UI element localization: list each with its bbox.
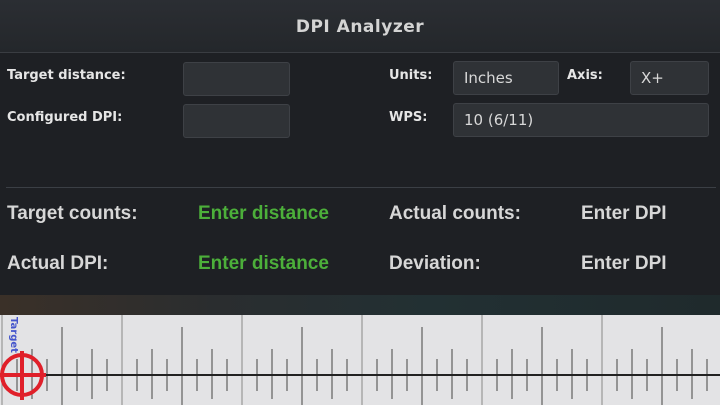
target-label: Target	[8, 317, 19, 353]
target-counts-value: Enter distance	[198, 203, 329, 224]
actual-counts-value: Enter DPI	[581, 203, 667, 224]
title-bar: DPI Analyzer	[0, 0, 720, 53]
deviation-value: Enter DPI	[581, 253, 667, 274]
divider	[6, 187, 716, 188]
actual-dpi-value: Enter distance	[198, 253, 329, 274]
axis-label: Axis:	[567, 68, 603, 83]
ruler: Target	[0, 315, 720, 405]
configured-dpi-label: Configured DPI:	[7, 110, 123, 125]
actual-counts-label: Actual counts:	[389, 203, 521, 224]
units-select[interactable]: Inches	[453, 61, 559, 95]
settings-panel: Target distance: Configured DPI: Units: …	[0, 53, 720, 295]
wps-label: WPS:	[389, 110, 428, 125]
deviation-label: Deviation:	[389, 253, 481, 274]
axis-select[interactable]: X+	[630, 61, 709, 95]
target-counts-label: Target counts:	[7, 203, 138, 224]
target-distance-input[interactable]	[183, 62, 290, 96]
configured-dpi-input[interactable]	[183, 104, 290, 138]
units-label: Units:	[389, 68, 433, 83]
ruler-area: Target	[0, 295, 720, 405]
target-distance-label: Target distance:	[7, 68, 126, 83]
wps-select[interactable]: 10 (6/11)	[453, 103, 709, 137]
ruler-strip	[0, 315, 720, 405]
app-title: DPI Analyzer	[295, 17, 425, 37]
actual-dpi-label: Actual DPI:	[7, 253, 109, 274]
